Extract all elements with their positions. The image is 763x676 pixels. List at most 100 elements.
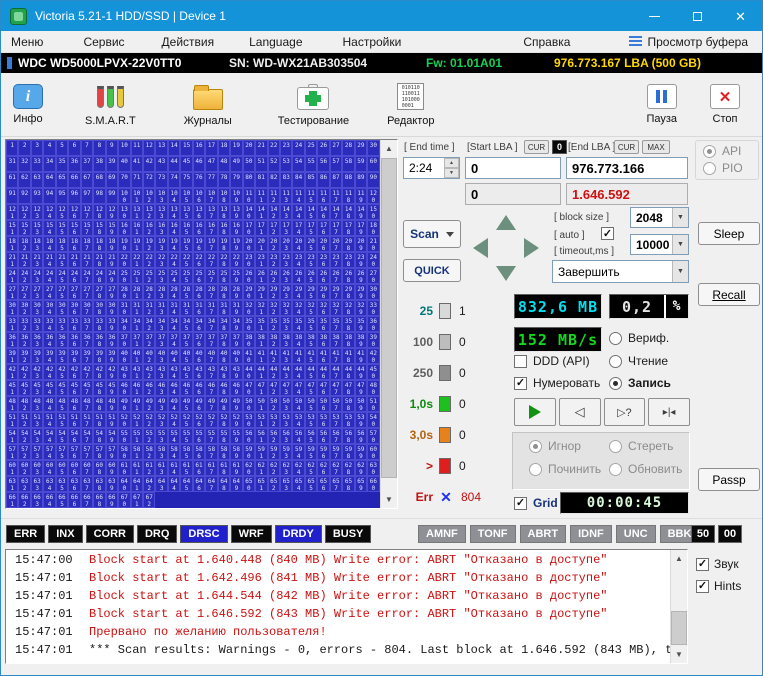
block-cell[interactable]: 126 xyxy=(68,204,80,220)
block-cell[interactable]: 327 xyxy=(330,300,342,316)
block-cell[interactable]: 638 xyxy=(93,476,105,492)
block-cell[interactable]: 498 xyxy=(218,396,230,412)
block-cell[interactable]: 557 xyxy=(205,428,217,444)
block-cell[interactable]: 15 xyxy=(180,140,192,156)
block-cell[interactable]: 603 xyxy=(31,460,43,476)
block-cell[interactable]: 134 xyxy=(168,204,180,220)
block-cell[interactable]: 233 xyxy=(280,252,292,268)
block-cell[interactable]: 314 xyxy=(168,300,180,316)
menu-item-5[interactable]: Справка xyxy=(523,35,570,49)
block-cell[interactable]: 55 xyxy=(305,156,317,172)
block-cell[interactable]: 667 xyxy=(81,492,93,508)
grid-scroll-thumb[interactable] xyxy=(381,158,397,478)
block-cell[interactable]: 312 xyxy=(143,300,155,316)
end-cur-button[interactable]: CUR xyxy=(614,140,639,154)
scroll-up-icon[interactable]: ▲ xyxy=(381,140,397,157)
block-cell[interactable]: 434 xyxy=(168,364,180,380)
block-cell[interactable]: 658 xyxy=(342,476,354,492)
block-cell[interactable]: 583 xyxy=(155,444,167,460)
max-button[interactable]: MAX xyxy=(642,140,670,154)
block-cell[interactable]: 485 xyxy=(56,396,68,412)
block-cell[interactable]: 574 xyxy=(43,444,55,460)
block-cell[interactable]: 560 xyxy=(243,428,255,444)
block-cell[interactable]: 537 xyxy=(330,412,342,428)
block-cell[interactable]: 315 xyxy=(180,300,192,316)
block-cell[interactable]: 170 xyxy=(243,220,255,236)
block-cell[interactable]: 188 xyxy=(93,236,105,252)
block-cell[interactable]: 436 xyxy=(193,364,205,380)
block-cell[interactable]: 544 xyxy=(43,428,55,444)
block-cell[interactable]: 104 xyxy=(168,188,180,204)
block-cell[interactable]: 426 xyxy=(68,364,80,380)
block-cell[interactable]: 670 xyxy=(118,492,130,508)
block-cell[interactable]: 458 xyxy=(93,380,105,396)
block-cell[interactable]: 450 xyxy=(367,364,379,380)
ignore-radio[interactable] xyxy=(529,440,542,453)
log-scrollbar[interactable]: ▲ ▼ xyxy=(670,550,687,663)
block-cell[interactable]: 54 xyxy=(292,156,304,172)
block-cell[interactable]: 87 xyxy=(330,172,342,188)
block-cell[interactable]: 616 xyxy=(193,460,205,476)
block-cell[interactable]: 633 xyxy=(31,476,43,492)
block-cell[interactable]: 398 xyxy=(93,348,105,364)
block-cell[interactable]: 89 xyxy=(355,172,367,188)
block-cell[interactable]: 196 xyxy=(193,236,205,252)
block-cell[interactable]: 559 xyxy=(230,428,242,444)
goto-end-button[interactable]: ▸|◂ xyxy=(648,398,690,426)
block-cell[interactable]: 159 xyxy=(106,220,118,236)
block-cell[interactable]: 212 xyxy=(18,252,30,268)
block-cell[interactable]: 284 xyxy=(168,284,180,300)
block-cell[interactable]: 636 xyxy=(68,476,80,492)
block-cell[interactable]: 163 xyxy=(155,220,167,236)
block-cell[interactable]: 221 xyxy=(131,252,143,268)
scroll-down-icon[interactable]: ▼ xyxy=(381,491,397,508)
block-cell[interactable]: 366 xyxy=(68,332,80,348)
block-cell[interactable]: 551 xyxy=(131,428,143,444)
block-cell[interactable]: 102 xyxy=(143,188,155,204)
block-cell[interactable]: 268 xyxy=(342,268,354,284)
block-cell[interactable]: 409 xyxy=(230,348,242,364)
block-cell[interactable]: 453 xyxy=(31,380,43,396)
block-cell[interactable]: 501 xyxy=(255,396,267,412)
block-cell[interactable]: 84 xyxy=(292,172,304,188)
block-cell[interactable]: 462 xyxy=(143,380,155,396)
block-cell[interactable]: 517 xyxy=(81,412,93,428)
pio-radio[interactable] xyxy=(703,162,716,175)
block-cell[interactable]: 376 xyxy=(193,332,205,348)
block-cell[interactable]: 586 xyxy=(193,444,205,460)
block-cell[interactable]: 499 xyxy=(230,396,242,412)
block-cell[interactable]: 119 xyxy=(355,188,367,204)
play-button[interactable] xyxy=(514,398,556,426)
block-cell[interactable]: 494 xyxy=(168,396,180,412)
block-cell[interactable]: 282 xyxy=(143,284,155,300)
block-cell[interactable]: 24 xyxy=(292,140,304,156)
block-cell[interactable]: 394 xyxy=(43,348,55,364)
write-radio[interactable] xyxy=(609,377,622,390)
block-cell[interactable]: 243 xyxy=(31,268,43,284)
block-cell[interactable]: 538 xyxy=(342,412,354,428)
block-cell[interactable]: 567 xyxy=(330,428,342,444)
menu-item-0[interactable]: Меню xyxy=(11,35,43,49)
end-lba-input[interactable]: 976.773.166 xyxy=(566,157,688,179)
block-cell[interactable]: 34 xyxy=(43,156,55,172)
block-cell[interactable]: 203 xyxy=(280,236,292,252)
block-cell[interactable]: 116 xyxy=(317,188,329,204)
block-cell[interactable]: 587 xyxy=(205,444,217,460)
block-cell[interactable]: 443 xyxy=(280,364,292,380)
block-cell[interactable]: 468 xyxy=(218,380,230,396)
step-back-button[interactable]: ◁ xyxy=(559,398,601,426)
block-cell[interactable]: 257 xyxy=(205,268,217,284)
block-cell[interactable]: 449 xyxy=(355,364,367,380)
block-cell[interactable]: 480 xyxy=(367,380,379,396)
block-cell[interactable]: 489 xyxy=(106,396,118,412)
block-cell[interactable]: 297 xyxy=(330,284,342,300)
block-cell[interactable]: 632 xyxy=(18,476,30,492)
block-cell[interactable]: 522 xyxy=(143,412,155,428)
block-cell[interactable]: 285 xyxy=(180,284,192,300)
block-cell[interactable]: 420 xyxy=(367,348,379,364)
block-cell[interactable]: 532 xyxy=(268,412,280,428)
block-cell[interactable]: 156 xyxy=(68,220,80,236)
block-cell[interactable]: 410 xyxy=(243,348,255,364)
block-cell[interactable]: 269 xyxy=(355,268,367,284)
block-cell[interactable]: 167 xyxy=(205,220,217,236)
